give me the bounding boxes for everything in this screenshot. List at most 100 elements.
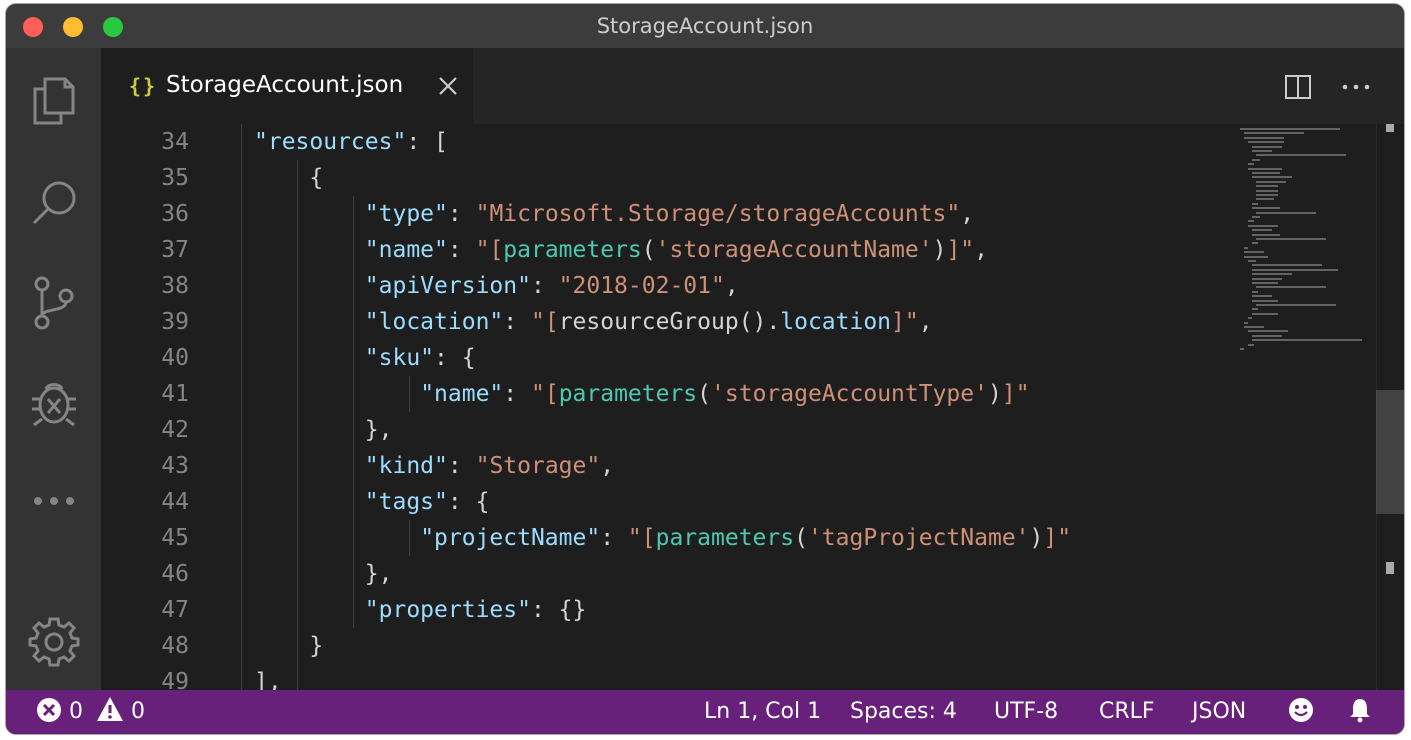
minimap-line [1252,233,1280,236]
more-icon[interactable] [6,466,101,536]
code-editor[interactable]: 34 35 36 37 38 39 40 41 42 43 44 45 46 47 48 49 "resour… [101,124,1404,690]
code-token: "[ [530,381,559,407]
code-line[interactable]: "properties": {} [365,592,587,628]
feedback-smiley-icon[interactable] [1288,690,1314,734]
minimap-line [1244,132,1304,135]
code-token: 'tagProjectName' [807,525,1030,551]
code-token: "[ [627,525,656,551]
line-number: 49 [161,669,189,690]
code-token: , [600,453,615,479]
code-token: "sku" [364,345,435,371]
code-token: ( [641,237,656,263]
line-number: 45 [161,525,189,551]
minimap-line [1248,163,1254,166]
minimap-line [1248,167,1282,170]
error-icon [37,698,61,722]
code-token: 'storageAccountType' [711,381,988,407]
code-line[interactable]: ], [254,664,282,690]
indent-guide [353,196,354,628]
cursor-position[interactable]: Ln 1, Col 1 [704,690,821,734]
line-number: 36 [161,201,189,227]
minimap-line [1252,176,1292,179]
encoding-setting[interactable]: UTF-8 [994,690,1058,734]
line-number: 38 [161,273,189,299]
source-control-icon[interactable] [6,268,101,338]
split-editor-icon[interactable] [1283,72,1313,102]
minimap-line [1256,304,1336,306]
code-line[interactable]: "sku": { [365,340,476,376]
minimap-line [1256,286,1326,289]
minimap[interactable] [1236,124,1376,354]
code-token: ) [987,381,1002,407]
indentation-setting[interactable]: Spaces: 4 [850,690,957,734]
code-line[interactable]: }, [365,556,393,592]
close-tab-icon[interactable] [436,74,460,98]
line-number: 35 [161,165,189,191]
indent-guide [409,520,410,556]
window-title: StorageAccount.json [596,14,814,38]
minimap-line [1252,334,1282,337]
minimap-line [1244,251,1264,254]
code-token: ) [1029,525,1044,551]
code-line[interactable]: "projectName": "[parameters('tagProjectN… [420,520,1071,556]
explorer-icon[interactable] [6,66,101,136]
json-file-icon: {} [129,74,158,98]
code-line[interactable]: { [309,160,323,196]
debug-icon[interactable] [6,368,101,438]
code-line[interactable]: }, [365,412,393,448]
editor-window: StorageAccount.json {} StorageAccount.js… [6,4,1404,734]
code-token: ( [697,381,712,407]
eol-setting[interactable]: CRLF [1099,690,1155,734]
code-token: "[ [530,309,559,335]
line-number: 37 [161,237,189,263]
code-token: "[ [475,237,504,263]
code-token: "tags" [364,489,448,515]
code-token: ]" [891,309,919,335]
code-token: "name" [420,381,504,407]
code-token: , [974,237,989,263]
code-line[interactable]: "resources": [ [254,124,448,160]
code-line[interactable]: "tags": { [365,484,490,520]
code-line[interactable]: "name": "[parameters('storageAccountType… [420,376,1029,412]
status-bar: 0 0 Ln 1, Col 1 Spaces: 4 UTF-8 CRLF JSO… [6,690,1404,734]
notifications-bell-icon[interactable] [1348,690,1372,734]
tab-label: StorageAccount.json [166,72,404,98]
code-token: "apiVersion" [364,273,531,299]
line-number: 44 [161,489,189,515]
minimap-line [1256,154,1346,157]
minimap-line [1248,260,1256,262]
tab-storage-account-json[interactable]: {} StorageAccount.json [101,48,473,124]
minimap-line [1244,326,1264,328]
indent-guide [241,124,242,690]
search-icon[interactable] [6,168,101,238]
settings-gear-icon[interactable] [6,606,101,676]
scrollbar-marker [1386,124,1394,132]
error-count: 0 [69,699,83,724]
code-token: , [918,309,933,335]
line-number: 47 [161,597,189,623]
code-token: parameters [558,381,698,407]
problems-indicator[interactable]: 0 0 [36,690,145,734]
language-mode[interactable]: JSON [1192,690,1246,734]
minimap-line [1248,224,1278,227]
minimap-line [1252,150,1272,152]
code-token: "properties" [364,597,531,623]
minimap-line [1252,268,1338,271]
line-number: 39 [161,309,189,335]
code-token: "location" [364,309,504,335]
vertical-scrollbar-thumb[interactable] [1376,390,1404,514]
code-line[interactable]: "name": "[parameters('storageAccountName… [365,232,988,268]
code-token: "name" [364,237,448,263]
minimap-line [1252,273,1292,276]
code-line[interactable]: "kind": "Storage", [365,448,614,484]
minimap-line [1240,348,1244,350]
code-line[interactable]: } [309,628,323,664]
code-line[interactable]: "location": "[resourceGroup().location]"… [365,304,933,340]
minimap-line [1252,290,1258,293]
minimap-line [1256,238,1326,240]
code-line[interactable]: "apiVersion": "2018-02-01", [365,268,739,304]
code-line[interactable]: "type": "Microsoft.Storage/storageAccoun… [365,196,974,232]
line-number: 42 [161,417,189,443]
more-actions-icon[interactable] [1341,72,1371,102]
code-token: , [960,201,975,227]
